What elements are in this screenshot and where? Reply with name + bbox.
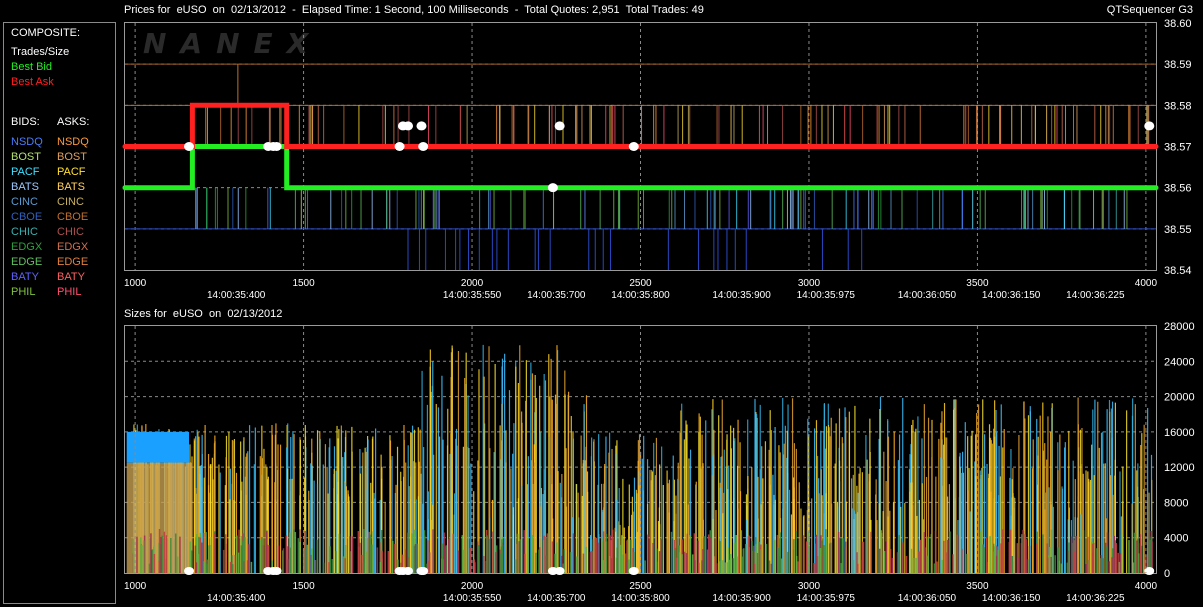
size-time-label: 14:00:35:900 — [712, 593, 771, 604]
size-y-tick-label: 8000 — [1164, 497, 1188, 509]
price-x-tick-label: 2500 — [629, 278, 652, 289]
trade-marker — [403, 121, 414, 131]
size-x-tick-label: 4000 — [1135, 581, 1158, 592]
size-y-tick-label: 12000 — [1164, 462, 1195, 474]
price-time-label: 14:00:36:150 — [982, 290, 1041, 301]
size-y-tick-label: 0 — [1164, 568, 1170, 580]
price-y-tick-label: 38.59 — [1164, 59, 1192, 71]
price-time-label: 14:00:35:400 — [207, 290, 266, 301]
price-y-tick-label: 38.54 — [1164, 265, 1192, 277]
size-time-label: 14:00:35:700 — [527, 593, 586, 604]
size-y-tick-label: 24000 — [1164, 356, 1195, 368]
price-size-chart: 38.54 38.55 38.56 38.57 38.58 38.59 38.60 1000 1… — [122, 18, 1195, 604]
price-x-tick-label: 2000 — [461, 278, 484, 289]
trade-marker — [554, 121, 565, 131]
price-time-label: 14:00:36:225 — [1066, 290, 1125, 301]
trade-size-marker — [403, 567, 414, 575]
price-y-tick-label: 38.55 — [1164, 224, 1192, 236]
size-x-tick-label: 1000 — [124, 581, 147, 592]
size-time-label: 14:00:35:800 — [611, 593, 670, 604]
price-x-tick-label: 1000 — [124, 278, 147, 289]
size-time-label: 14:00:36:150 — [982, 593, 1041, 604]
price-time-label: 14:00:35:975 — [797, 290, 856, 301]
trade-size-marker — [554, 567, 565, 575]
price-y-tick-label: 38.56 — [1164, 183, 1192, 195]
trade-marker — [628, 142, 639, 151]
size-x-tick-label: 1500 — [292, 581, 315, 592]
size-y-tick-label: 4000 — [1164, 533, 1188, 545]
price-time-label: 14:00:35:800 — [611, 290, 670, 301]
trade-marker — [184, 142, 195, 151]
trade-marker — [1144, 121, 1155, 131]
size-y-tick-label: 20000 — [1164, 392, 1195, 404]
price-time-label: 14:00:36:050 — [898, 290, 957, 301]
size-block — [126, 431, 190, 463]
price-time-label: 14:00:35:900 — [712, 290, 771, 301]
price-x-tick-label: 3500 — [966, 278, 989, 289]
trade-size-marker — [418, 567, 429, 575]
price-x-tick-label: 1500 — [292, 278, 315, 289]
size-y-tick-label: 28000 — [1164, 321, 1195, 333]
size-time-label: 14:00:35:400 — [207, 593, 266, 604]
price-y-tick-label: 38.58 — [1164, 100, 1192, 112]
price-time-label: 14:00:35:700 — [527, 290, 586, 301]
price-time-label: 14:00:35:550 — [443, 290, 502, 301]
price-y-tick-label: 38.60 — [1164, 18, 1192, 30]
price-y-tick-label: 38.57 — [1164, 142, 1192, 154]
size-x-tick-label: 3500 — [966, 581, 989, 592]
size-x-tick-label: 3000 — [798, 581, 821, 592]
trade-size-marker — [271, 567, 282, 575]
size-x-tick-label: 2500 — [629, 581, 652, 592]
size-time-label: 14:00:36:050 — [898, 593, 957, 604]
price-x-tick-label: 4000 — [1135, 278, 1158, 289]
trade-marker — [394, 142, 405, 151]
size-y-tick-label: 16000 — [1164, 427, 1195, 439]
size-time-label: 14:00:35:975 — [797, 593, 856, 604]
size-time-label: 14:00:36:225 — [1066, 593, 1125, 604]
price-x-tick-label: 3000 — [798, 278, 821, 289]
size-x-tick-label: 2000 — [461, 581, 484, 592]
trade-size-marker — [628, 567, 639, 575]
trade-size-marker — [184, 567, 195, 575]
trade-marker — [418, 142, 429, 151]
trade-marker — [271, 142, 282, 151]
trade-marker — [416, 121, 427, 131]
trade-marker — [547, 183, 558, 193]
size-time-label: 14:00:35:550 — [443, 593, 502, 604]
